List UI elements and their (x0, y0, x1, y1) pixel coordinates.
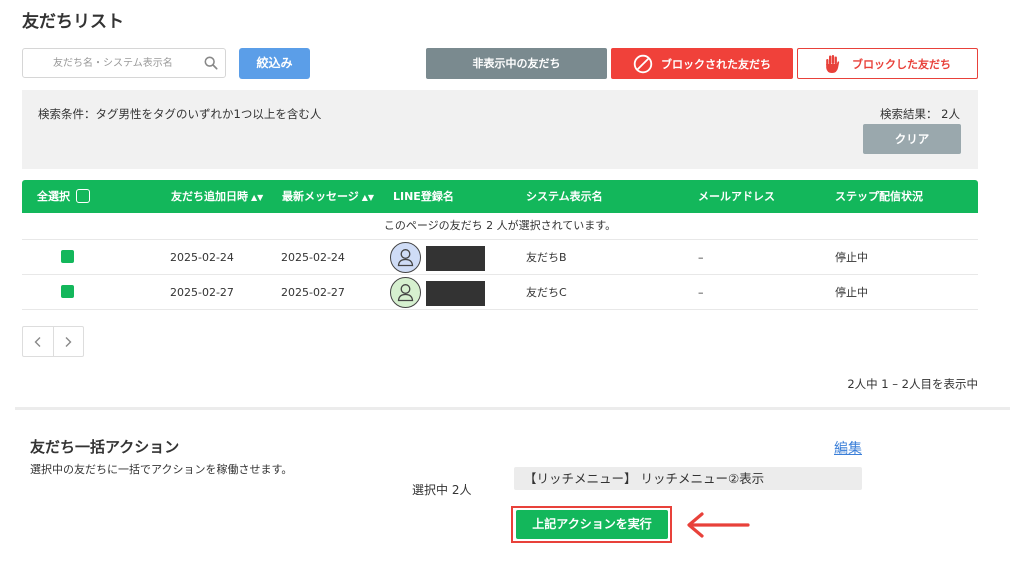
search-conditions-panel: 検索条件：タグ男性をタグのいずれか1つ以上を含む人 検索結果： 2人 クリア (22, 90, 978, 169)
row-checkbox[interactable] (61, 250, 74, 263)
added-at-cell: 2025-02-27 (170, 286, 234, 299)
latest-message-cell: 2025-02-24 (281, 251, 345, 264)
added-at-cell: 2025-02-24 (170, 251, 234, 264)
step-status-cell: 停止中 (835, 286, 868, 299)
search-input[interactable] (23, 49, 225, 77)
redacted-line-name (426, 281, 485, 306)
select-all-label: 全選択 (37, 190, 70, 203)
hand-stop-icon (826, 54, 840, 73)
column-latest-message[interactable]: 最新メッセージ ▲▼ (282, 180, 374, 214)
next-page-button[interactable] (52, 327, 83, 356)
page-title: 友だちリスト (22, 12, 124, 32)
user-icon (397, 284, 414, 302)
email-cell: – (698, 286, 704, 299)
select-all-checkbox[interactable] (76, 189, 90, 203)
blocked-friends-button[interactable]: ブロックした友だち (797, 48, 978, 79)
search-result-count: 検索結果： 2人 (880, 107, 960, 121)
system-name-cell: 友だちC (526, 286, 567, 299)
arrow-left-icon (687, 512, 750, 538)
prev-page-button[interactable] (23, 327, 53, 356)
prohibited-icon (633, 54, 653, 73)
blocked-by-friends-button[interactable]: ブロックされた友だち (611, 48, 793, 79)
search-field[interactable] (22, 48, 226, 78)
selected-count: 選択中 2人 (412, 483, 472, 497)
clear-button[interactable]: クリア (863, 124, 961, 154)
search-icon[interactable] (204, 56, 218, 70)
table-row[interactable]: 2025-02-24 2025-02-24 友だちB – 停止中 (22, 240, 978, 275)
column-email: メールアドレス (698, 190, 775, 203)
bulk-action-title: 友だち一括アクション (30, 438, 180, 456)
column-step-status: ステップ配信状況 (835, 190, 923, 203)
table-row[interactable]: 2025-02-27 2025-02-27 友だちC – 停止中 (22, 275, 978, 310)
blocked-by-friends-label: ブロックされた友だち (661, 57, 771, 71)
user-icon (397, 249, 414, 267)
column-line-name: LINE登録名 (393, 190, 454, 203)
system-name-cell: 友だちB (526, 251, 567, 264)
email-cell: – (698, 251, 704, 264)
column-latest-message-label: 最新メッセージ (282, 190, 359, 203)
column-added-at[interactable]: 友だち追加日時 ▲▼ (171, 180, 263, 214)
avatar[interactable] (390, 277, 421, 308)
latest-message-cell: 2025-02-27 (281, 286, 345, 299)
section-divider (15, 407, 1010, 410)
selection-info: このページの友だち 2 人が選択されています。 (22, 213, 978, 240)
select-all-header[interactable]: 全選択 (37, 180, 90, 213)
sort-icon[interactable]: ▲▼ (362, 193, 374, 202)
chevron-left-icon (34, 336, 41, 347)
step-status-cell: 停止中 (835, 251, 868, 264)
filter-button[interactable]: 絞込み (239, 48, 310, 79)
edit-link[interactable]: 編集 (834, 438, 862, 458)
range-info: 2人中 1 – 2人目を表示中 (847, 377, 978, 391)
table-header: 全選択 友だち追加日時 ▲▼ 最新メッセージ ▲▼ LINE登録名 システム表示名 … (22, 180, 978, 213)
row-checkbox[interactable] (61, 285, 74, 298)
pagination (22, 326, 84, 357)
bulk-action-description: 選択中の友だちに一括でアクションを稼働させます。 (30, 463, 293, 476)
column-added-at-label: 友だち追加日時 (171, 190, 248, 203)
hidden-friends-button[interactable]: 非表示中の友だち (426, 48, 607, 79)
run-action-button[interactable]: 上記アクションを実行 (516, 510, 668, 539)
column-system-name: システム表示名 (526, 190, 603, 203)
redacted-line-name (426, 246, 485, 271)
search-conditions-text: 検索条件：タグ男性をタグのいずれか1つ以上を含む人 (38, 107, 322, 121)
avatar[interactable] (390, 242, 421, 273)
sort-icon[interactable]: ▲▼ (251, 193, 263, 202)
action-display: 【リッチメニュー】 リッチメニュー②表示 (514, 467, 862, 490)
chevron-right-icon (65, 336, 72, 347)
blocked-friends-label: ブロックした友だち (852, 57, 951, 71)
